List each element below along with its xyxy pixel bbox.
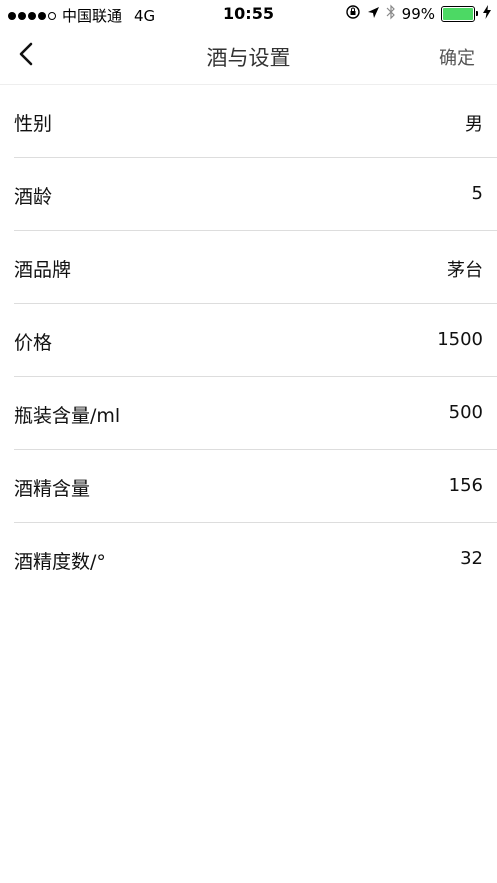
row-value: 5 (471, 183, 483, 204)
row-label: 酒品牌 (14, 259, 72, 281)
row-value: 1500 (437, 329, 483, 350)
row-label: 酒精度数/° (14, 551, 106, 573)
rotation-lock-icon (345, 4, 361, 24)
page-title: 酒与设置 (206, 46, 291, 70)
navigation-bar: 酒与设置 确定 (0, 28, 497, 85)
bluetooth-icon (386, 4, 396, 24)
status-bar: 中国联通 4G 10:55 99% (0, 0, 497, 28)
status-right: 99% (345, 4, 491, 24)
row-label: 瓶装含量/ml (14, 405, 121, 427)
row-label: 价格 (14, 332, 53, 354)
row-label: 酒龄 (14, 186, 53, 208)
setting-row-price[interactable]: 价格 1500 (14, 304, 497, 377)
row-value: 32 (460, 548, 483, 569)
row-label: 性别 (14, 113, 53, 135)
battery-icon (441, 6, 478, 22)
settings-list: 性别 男 酒龄 5 酒品牌 茅台 价格 1500 瓶装含量/ml 500 酒精含… (0, 85, 497, 595)
setting-row-alcohol-content[interactable]: 酒精含量 156 (14, 450, 497, 523)
row-label: 酒精含量 (14, 478, 91, 500)
setting-row-gender[interactable]: 性别 男 (14, 85, 497, 158)
charging-bolt-icon (483, 5, 491, 23)
setting-row-wine-age[interactable]: 酒龄 5 (14, 158, 497, 231)
location-arrow-icon (367, 5, 380, 23)
battery-percent: 99% (401, 5, 435, 23)
row-value: 500 (448, 402, 483, 423)
row-value: 男 (465, 114, 483, 135)
battery-level-fill (443, 8, 473, 20)
setting-row-bottle-volume[interactable]: 瓶装含量/ml 500 (14, 377, 497, 450)
confirm-button[interactable]: 确定 (439, 44, 475, 70)
setting-row-alcohol-degree[interactable]: 酒精度数/° 32 (14, 523, 497, 595)
row-value: 156 (448, 475, 483, 496)
row-value: 茅台 (447, 260, 483, 281)
setting-row-brand[interactable]: 酒品牌 茅台 (14, 231, 497, 304)
